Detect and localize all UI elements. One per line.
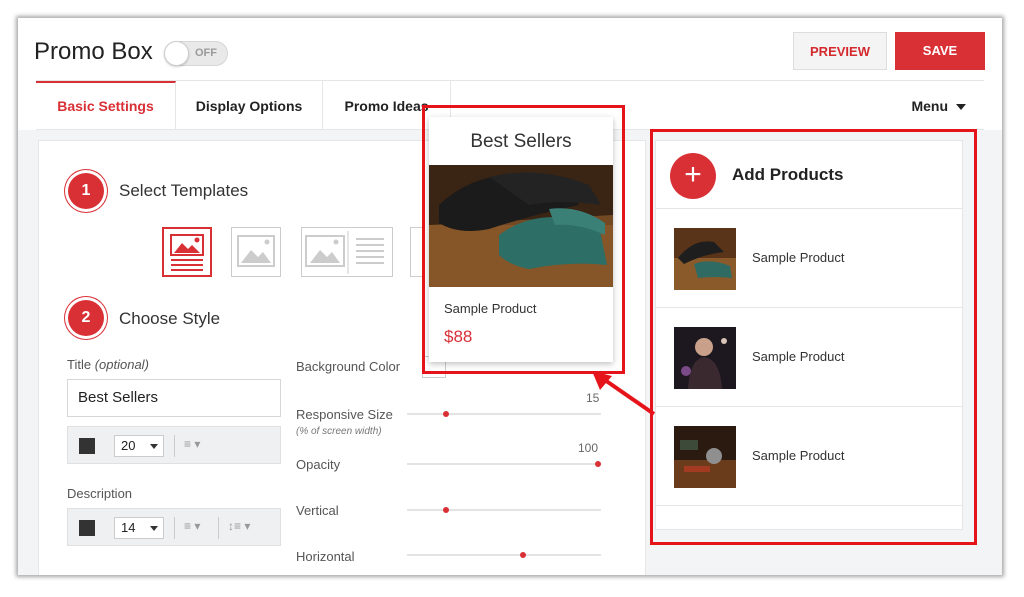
title-field-label: Title (optional) — [67, 357, 149, 372]
opacity-value: 100 — [578, 441, 599, 455]
description-font-size-value: 14 — [121, 520, 136, 535]
arrow-icon — [592, 371, 656, 416]
enable-toggle[interactable]: OFF — [164, 41, 228, 66]
title-font-size-select[interactable]: 20 — [114, 435, 164, 457]
tab-display-options[interactable]: Display Options — [176, 81, 323, 130]
title-optional-text: (optional) — [94, 357, 149, 372]
description-label: Description — [67, 486, 133, 501]
title-input[interactable]: Best Sellers — [67, 379, 281, 417]
description-color-swatch[interactable] — [79, 520, 95, 536]
menu-label: Menu — [911, 98, 948, 114]
page-title: Promo Box — [34, 38, 153, 65]
vertical-label: Vertical — [296, 503, 339, 518]
toggle-knob — [164, 41, 189, 66]
title-font-size-value: 20 — [121, 438, 136, 453]
title-color-swatch[interactable] — [79, 438, 95, 454]
opacity-label: Opacity — [296, 457, 341, 472]
horizontal-label: Horizontal — [296, 549, 355, 564]
slider-handle[interactable] — [595, 461, 601, 467]
horizontal-slider[interactable] — [407, 552, 601, 558]
background-color-label: Background Color — [296, 359, 401, 374]
title-format-toolbar: 20 ≡ ▾ — [67, 426, 281, 464]
toolbar-divider — [174, 517, 175, 539]
template-option-image-text[interactable] — [301, 227, 393, 277]
description-font-size-select[interactable]: 14 — [114, 517, 164, 539]
image-icon — [237, 235, 275, 267]
responsive-size-slider[interactable] — [407, 411, 601, 417]
title-label-text: Title — [67, 357, 92, 372]
line-height-icon[interactable]: ↕≡ ▾ — [228, 519, 250, 533]
vertical-slider[interactable] — [407, 507, 601, 513]
template-option-image[interactable] — [231, 227, 281, 277]
chevron-down-icon — [956, 104, 966, 111]
chevron-down-icon — [150, 526, 158, 531]
slider-handle[interactable] — [442, 507, 449, 513]
opacity-slider[interactable] — [407, 461, 601, 467]
step-badge-1: 1 — [68, 173, 104, 209]
menu-dropdown[interactable]: Menu — [911, 81, 966, 131]
save-button[interactable]: SAVE — [895, 32, 985, 70]
step-label-select-templates: Select Templates — [119, 181, 249, 200]
chevron-down-icon — [150, 444, 158, 449]
align-left-icon[interactable]: ≡ ▾ — [184, 519, 200, 533]
image-with-text-icon — [170, 234, 204, 271]
align-center-icon[interactable]: ≡ ▾ — [184, 437, 200, 451]
products-highlight-box — [650, 129, 977, 545]
step-label-choose-style: Choose Style — [119, 309, 221, 328]
preview-button[interactable]: PREVIEW — [793, 32, 887, 70]
toolbar-divider — [174, 435, 175, 457]
template-option-card[interactable] — [162, 227, 212, 277]
responsive-size-sublabel: (% of screen width) — [296, 426, 382, 437]
slider-handle[interactable] — [442, 411, 449, 417]
image-and-text-icon — [305, 231, 384, 274]
toggle-label: OFF — [195, 47, 217, 59]
step-badge-2: 2 — [68, 300, 104, 336]
tab-basic-settings[interactable]: Basic Settings — [36, 81, 176, 130]
responsive-size-label: Responsive Size — [296, 407, 393, 422]
description-format-toolbar: 14 ≡ ▾ ↕≡ ▾ — [67, 508, 281, 546]
preview-highlight-box — [422, 105, 625, 374]
toolbar-divider — [218, 517, 219, 539]
app-window: Promo Box OFF PREVIEW SAVE Basic Setting… — [18, 18, 1002, 575]
